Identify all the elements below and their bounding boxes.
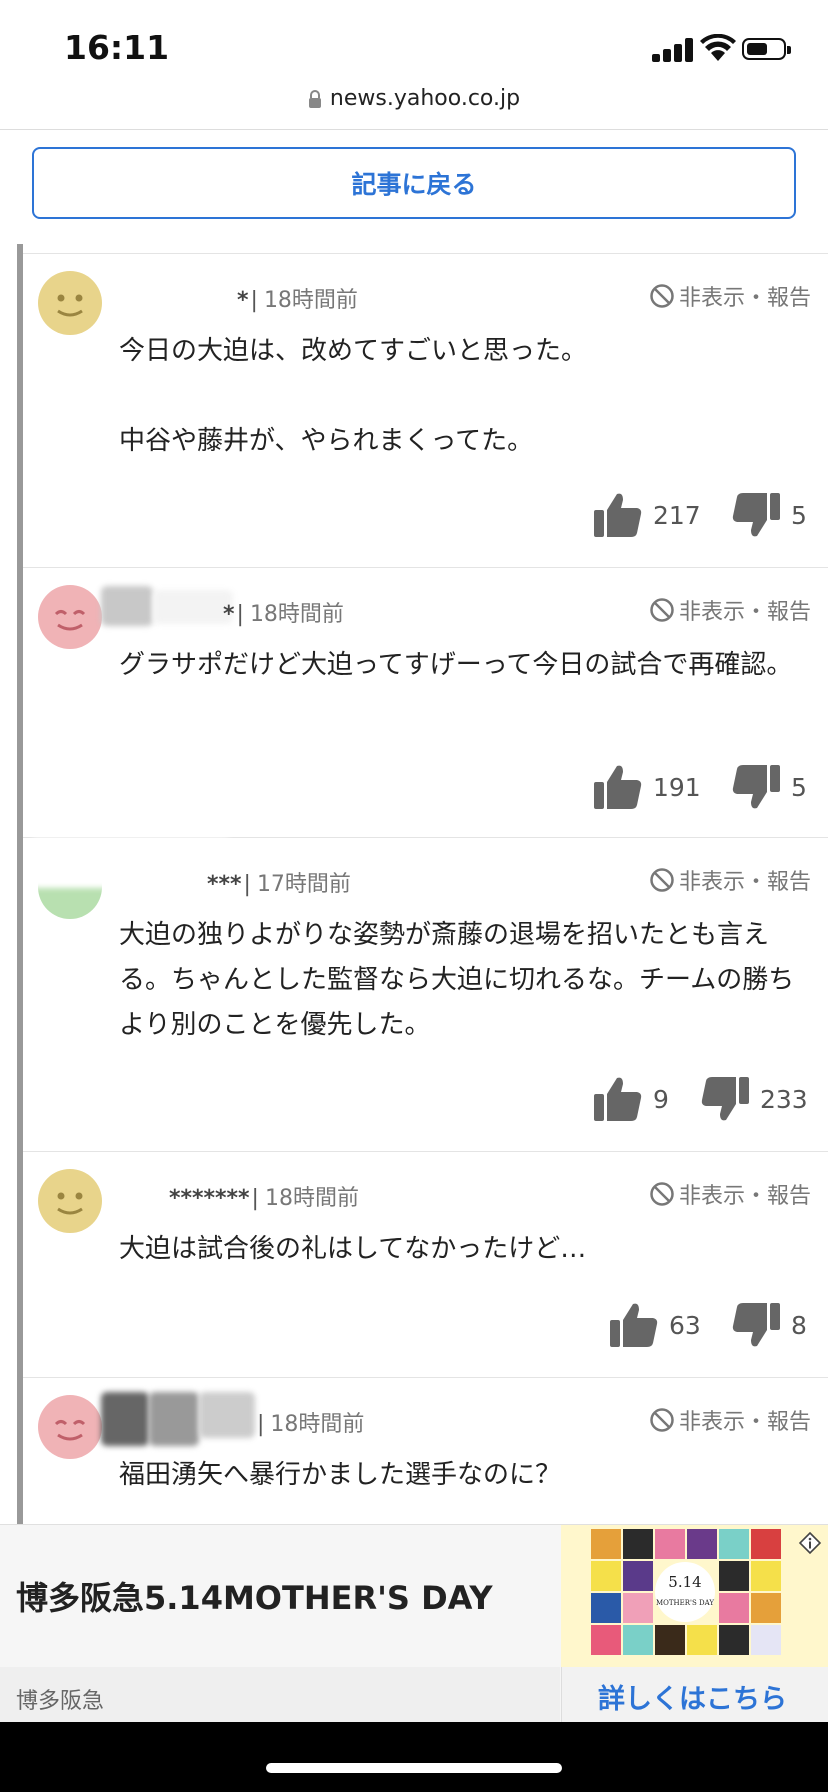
hide-report-link[interactable]: 非表示・報告: [649, 1178, 811, 1210]
dislike-count: 5: [791, 772, 807, 802]
ad-sponsor: 博多阪急: [16, 1689, 105, 1714]
thumbs-up-icon: [594, 1077, 642, 1121]
redacted-username: [199, 1392, 255, 1438]
comment-meta: *******| 18時間前: [169, 1180, 359, 1212]
comment-text: 大迫の独りよがりな姿勢が斎藤の退場を招いたとも言える。ちゃんとした監督なら大迫に…: [119, 920, 795, 1040]
status-time: 16:11: [64, 28, 170, 67]
comment-item: | 18時間前 非表示・報告 福田湧矢へ暴行かました選手なのに？: [23, 1377, 828, 1525]
username[interactable]: *******: [169, 1186, 250, 1211]
comment-text: グラサポだけど大迫ってすげーって今日の試合で再確認。: [119, 650, 793, 680]
battery-icon: [742, 38, 791, 60]
comment-time: 17時間前: [256, 872, 351, 897]
comment-text: 大迫は試合後の礼はしてなかったけど…: [119, 1234, 587, 1264]
comment-meta: *| 18時間前: [237, 282, 358, 314]
thumbs-down-icon: [732, 1303, 780, 1347]
meta-separator: |: [236, 602, 244, 627]
comment-meta: *| 18時間前: [223, 596, 344, 628]
meta-separator: |: [257, 1412, 265, 1437]
ad-banner[interactable]: 博多阪急5.14MOTHER'S DAY 博多阪急 5.14 MOTHER'S …: [0, 1524, 828, 1723]
comment-item: *| 18時間前 非表示・報告 グラサポだけど大迫ってすげーって今日の試合で再確認…: [23, 567, 828, 838]
redacted-username: [31, 838, 231, 888]
like-count: 217: [653, 500, 701, 530]
address-bar[interactable]: news.yahoo.co.jp: [0, 86, 828, 130]
home-indicator-area: [0, 1722, 828, 1792]
like-count: 9: [653, 1084, 669, 1114]
hide-report-link[interactable]: 非表示・報告: [649, 594, 811, 626]
hide-report-label: 非表示・報告: [678, 870, 811, 895]
comment-text: 今日の大迫は、改めてすごいと思った。 中谷や藤井が、やられまくってた。: [119, 336, 588, 456]
back-to-article-button[interactable]: 記事に戻る: [32, 147, 796, 219]
ad-image[interactable]: 5.14 MOTHER'S DAY: [561, 1525, 828, 1667]
redacted-username: [153, 590, 233, 624]
comment-time: 18時間前: [264, 1186, 359, 1211]
dislike-count: 233: [760, 1084, 808, 1114]
thumbs-up-icon: [610, 1303, 658, 1347]
meta-separator: |: [251, 1186, 259, 1211]
thumbs-up-icon: [594, 765, 642, 809]
like-count: 63: [669, 1310, 701, 1340]
like-count: 191: [653, 772, 701, 802]
lock-icon: [308, 90, 321, 108]
username[interactable]: *: [237, 288, 249, 313]
username[interactable]: *: [223, 602, 235, 627]
comment-item: *******| 18時間前 非表示・報告 大迫は試合後の礼はしてなかったけど… …: [23, 1151, 828, 1378]
ad-image-caption: MOTHER'S DAY: [656, 1599, 714, 1607]
home-indicator[interactable]: [266, 1763, 562, 1773]
dislike-button[interactable]: 5: [731, 492, 807, 538]
thumbs-down-icon: [732, 493, 780, 537]
like-button[interactable]: 217: [593, 492, 701, 538]
divider: [0, 129, 828, 130]
hide-report-label: 非表示・報告: [678, 600, 811, 625]
dislike-button[interactable]: 5: [731, 764, 807, 810]
redacted-username: [101, 586, 153, 626]
avatar[interactable]: [38, 1169, 102, 1233]
thumbs-up-icon: [594, 493, 642, 537]
hide-report-link[interactable]: 非表示・報告: [649, 1404, 811, 1436]
redacted-username: [101, 1392, 149, 1446]
hide-report-label: 非表示・報告: [678, 1410, 811, 1435]
prohibited-icon: [650, 598, 674, 622]
meta-separator: |: [243, 872, 251, 897]
comment-meta: | 18時間前: [255, 1406, 364, 1438]
comment-item: *| 18時間前 非表示・報告 今日の大迫は、改めてすごいと思った。 中谷や藤井が…: [23, 253, 828, 568]
thumbs-down-icon: [732, 765, 780, 809]
comment-time: 18時間前: [263, 288, 358, 313]
ad-cta-button[interactable]: 詳しくはこちら: [598, 1677, 787, 1716]
prohibited-icon: [650, 284, 674, 308]
ad-image-date: 5.14: [668, 1573, 701, 1591]
thumbs-down-icon: [701, 1077, 749, 1121]
dislike-button[interactable]: 233: [700, 1076, 808, 1122]
comment-time: 18時間前: [270, 1412, 365, 1437]
wifi-icon: [700, 34, 736, 61]
comment-meta: ***| 17時間前: [207, 866, 351, 898]
username[interactable]: ***: [207, 872, 242, 897]
redacted-username: [119, 274, 249, 308]
prohibited-icon: [650, 868, 674, 892]
like-button[interactable]: 9: [593, 1076, 669, 1122]
url-text: news.yahoo.co.jp: [329, 86, 521, 111]
redacted-username: [149, 1392, 199, 1446]
like-button[interactable]: 191: [593, 764, 701, 810]
meta-separator: |: [250, 288, 258, 313]
ad-title[interactable]: 博多阪急5.14MOTHER'S DAY: [16, 1573, 493, 1619]
hide-report-label: 非表示・報告: [678, 1184, 811, 1209]
hide-report-label: 非表示・報告: [678, 286, 811, 311]
status-bar: 16:11: [0, 0, 828, 100]
avatar[interactable]: [38, 271, 102, 335]
avatar[interactable]: [38, 585, 102, 649]
dislike-count: 5: [791, 500, 807, 530]
dislike-count: 8: [791, 1310, 807, 1340]
comment-text: 福田湧矢へ暴行かました選手なのに？: [119, 1460, 562, 1490]
hide-report-link[interactable]: 非表示・報告: [649, 280, 811, 312]
like-button[interactable]: 63: [609, 1302, 701, 1348]
cellular-signal-icon: [652, 38, 694, 62]
comment-time: 18時間前: [249, 602, 344, 627]
prohibited-icon: [650, 1408, 674, 1432]
comment-item: ***| 17時間前 非表示・報告 大迫の独りよがりな姿勢が斎藤の退場を招いたとも…: [23, 837, 828, 1152]
ad-info-icon[interactable]: [798, 1531, 822, 1555]
avatar[interactable]: [38, 1395, 102, 1459]
prohibited-icon: [650, 1182, 674, 1206]
hide-report-link[interactable]: 非表示・報告: [649, 864, 811, 896]
dislike-button[interactable]: 8: [731, 1302, 807, 1348]
